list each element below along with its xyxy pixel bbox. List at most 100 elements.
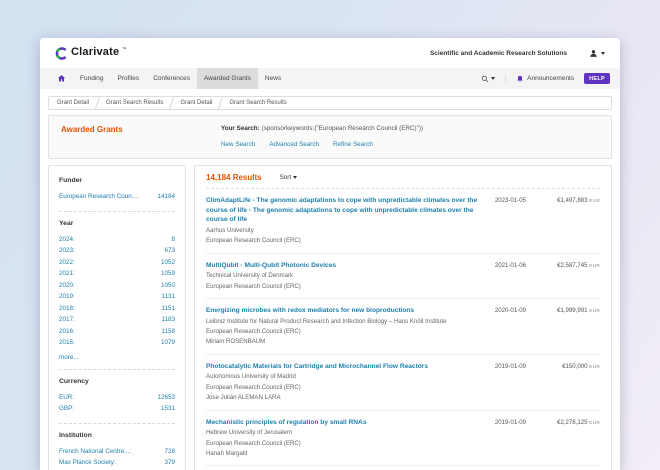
home-icon [57, 74, 66, 83]
main-nav: Funding Profiles Conferences Awarded Gra… [40, 68, 620, 89]
grant-title-link[interactable]: Photocatalytic Materials for Cartridge a… [206, 362, 485, 372]
filter-label: GBP: [59, 403, 74, 415]
results-panel: 14,184 Results Sort ClimAdaptLife - The … [194, 165, 612, 470]
clarivate-logo-icon [55, 47, 68, 60]
filter-count: 1151 [161, 303, 175, 315]
filter-item[interactable]: 2018: 1151 [59, 303, 175, 315]
sort-label: Sort [280, 174, 292, 181]
breadcrumb: Grant Detail Grant Search Results Grant … [48, 96, 612, 110]
filter-section-title-institution: Institution [59, 432, 175, 439]
filter-item[interactable]: EUR: 12653 [59, 392, 175, 404]
filter-count: 1131 [161, 291, 175, 303]
sort-caret-icon [293, 176, 297, 179]
brand-trademark: ™ [122, 46, 126, 51]
grant-title-link[interactable]: Energizing microbes with redox mediators… [206, 306, 485, 316]
breadcrumb-item-grant-search-results-1[interactable]: Grant Search Results [98, 97, 171, 109]
filter-item[interactable]: 2024: 8 [59, 234, 175, 246]
filter-count: 14184 [157, 191, 175, 203]
filter-item[interactable]: 2023: 673 [59, 245, 175, 257]
filter-item[interactable]: 2020: 1050 [59, 280, 175, 292]
filter-item[interactable]: GBP: 1531 [59, 403, 175, 415]
grant-amount: €1,497,883 [557, 197, 588, 204]
filter-section-title-currency: Currency [59, 378, 175, 385]
grant-institution: Aarhus University [206, 226, 485, 235]
page-title: Awarded Grants [61, 125, 221, 148]
filter-sidebar: Funder European Research Coun...: 14184 … [48, 165, 186, 470]
nav-item-awarded-grants[interactable]: Awarded Grants [197, 68, 258, 89]
grant-pi: Jose Julián ALEMAN LARA [206, 393, 485, 402]
breadcrumb-item-grant-detail-1[interactable]: Grant Detail [49, 97, 97, 109]
filter-label: French National Centre...: [59, 446, 131, 458]
year-more-link[interactable]: more... [59, 354, 175, 361]
section-divider [59, 369, 175, 370]
announcements-button[interactable]: Announcements [516, 75, 574, 83]
filter-label: 2018: [59, 303, 75, 315]
advanced-search-link[interactable]: Advanced Search [269, 141, 319, 148]
nav-item-conferences[interactable]: Conferences [146, 68, 197, 89]
nav-item-news[interactable]: News [258, 68, 288, 89]
search-caret-icon [491, 77, 495, 80]
filter-count: 1052 [161, 257, 175, 269]
filter-item[interactable]: French National Centre...: 728 [59, 446, 175, 458]
search-icon [481, 75, 489, 83]
result-row: Photocatalytic Materials for Cartridge a… [206, 355, 600, 411]
grant-institution: Leibniz Institute for Natural Product Re… [206, 317, 485, 326]
grant-currency: EUR [589, 309, 600, 314]
search-query-text: (sponsorkeywords:("European Research Cou… [261, 125, 423, 132]
filter-label: 2023: [59, 245, 75, 257]
filter-label: 2016: [59, 326, 75, 338]
filter-count: 728 [164, 446, 175, 458]
filter-label: 2015: [59, 337, 75, 349]
app-window: Clarivate™ Scientific and Academic Resea… [40, 38, 620, 470]
section-divider [59, 423, 175, 424]
grant-funder: European Research Council (ERC) [206, 282, 485, 291]
grant-title-link[interactable]: Mechanistic principles of regulation by … [206, 418, 485, 428]
nav-item-funding[interactable]: Funding [73, 68, 111, 89]
quick-search-button[interactable] [481, 75, 506, 83]
filter-item[interactable]: Max Planck Society: 379 [59, 457, 175, 469]
filter-item[interactable]: 2016: 1158 [59, 326, 175, 338]
filter-item[interactable]: 2017: 1183 [59, 314, 175, 326]
grant-currency: EUR [589, 199, 600, 204]
grant-title-link[interactable]: ClimAdaptLife - The genomic adaptations … [206, 196, 485, 225]
sort-dropdown[interactable]: Sort [280, 174, 298, 181]
filter-item[interactable]: 2015: 1079 [59, 337, 175, 349]
grant-date: 2019-01-09 [495, 363, 526, 403]
clarivate-logo[interactable]: Clarivate™ [55, 46, 126, 60]
filter-item[interactable]: European Research Coun...: 14184 [59, 191, 175, 203]
currency-filter-list: EUR: 12653 GBP: 1531 [59, 392, 175, 415]
result-row: ClimAdaptLife - The genomic adaptations … [206, 189, 600, 254]
filter-count: 379 [164, 457, 175, 469]
grant-currency: EUR [589, 264, 600, 269]
filter-label: 2021: [59, 268, 75, 280]
announcements-label: Announcements [527, 75, 574, 82]
account-caret-icon [601, 52, 605, 55]
filter-count: 1531 [161, 403, 175, 415]
grant-date: 2019-01-09 [495, 419, 526, 459]
brand-name: Clarivate [71, 46, 119, 58]
refine-search-link[interactable]: Refine Search [333, 141, 373, 148]
result-row: Energizing microbes with redox mediators… [206, 299, 600, 355]
your-search-label: Your Search: [221, 125, 260, 132]
nav-item-profiles[interactable]: Profiles [111, 68, 147, 89]
grant-title-link[interactable]: MultiQubit - Multi-Qubit Photonic Device… [206, 261, 485, 271]
results-list: ClimAdaptLife - The genomic adaptations … [206, 189, 600, 470]
filter-item[interactable]: 2022: 1052 [59, 257, 175, 269]
filter-item[interactable]: 2021: 1059 [59, 268, 175, 280]
grant-institution: Hebrew University of Jerusalem [206, 428, 485, 437]
top-header: Clarivate™ Scientific and Academic Resea… [40, 38, 620, 68]
breadcrumb-item-grant-search-results-2[interactable]: Grant Search Results [221, 97, 294, 109]
section-divider [59, 211, 175, 212]
product-tagline: Scientific and Academic Research Solutio… [430, 50, 567, 57]
filter-item[interactable]: 2019: 1131 [59, 291, 175, 303]
help-button[interactable]: HELP [584, 73, 610, 84]
result-row: RadiCool - Taming the reaction dynamics … [206, 466, 600, 470]
account-menu[interactable] [589, 49, 605, 58]
filter-label: 2017: [59, 314, 75, 326]
new-search-link[interactable]: New Search [221, 141, 255, 148]
filter-label: 2022: [59, 257, 75, 269]
grant-amount: €2,278,125 [557, 419, 588, 426]
home-button[interactable] [50, 68, 73, 89]
institution-filter-list: French National Centre...: 728 Max Planc… [59, 446, 175, 470]
breadcrumb-item-grant-detail-2[interactable]: Grant Detail [172, 97, 220, 109]
